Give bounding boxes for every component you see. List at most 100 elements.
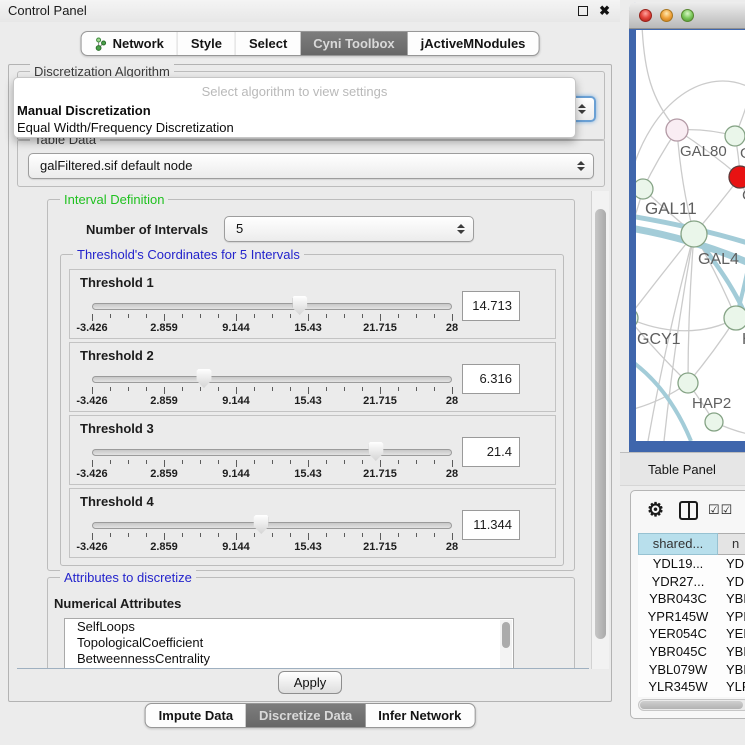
table-panel: ⚙ ☑☑ shared... n YDL19...YDL1 YDR27...YD… bbox=[630, 490, 745, 719]
table-row[interactable]: YBR045CYBR0 bbox=[638, 643, 745, 661]
threshold-label: Threshold 1 bbox=[80, 275, 154, 290]
tab-impute-data[interactable]: Impute Data bbox=[146, 704, 246, 727]
numerical-attributes-list[interactable]: SelfLoops TopologicalCoefficient Between… bbox=[64, 618, 514, 669]
node-gal80-label: GAL80 bbox=[680, 143, 727, 160]
slider-ticks bbox=[92, 387, 452, 395]
table-data-combobox[interactable]: galFiltered.sif default node bbox=[28, 153, 594, 179]
column-layout-icon[interactable] bbox=[679, 501, 698, 520]
column-header-shared-name[interactable]: shared... bbox=[638, 533, 718, 555]
minimize-window-icon[interactable] bbox=[660, 9, 673, 22]
tab-label: jActiveMNodules bbox=[421, 32, 526, 55]
node-top-right-label: GA bbox=[740, 145, 745, 162]
close-panel-icon[interactable]: ✖ bbox=[599, 0, 610, 22]
network-icon bbox=[95, 37, 108, 51]
scrollbar-thumb[interactable] bbox=[595, 209, 606, 639]
attribute-item[interactable]: SelfLoops bbox=[65, 619, 513, 635]
table-panel-header: Table Panel bbox=[620, 452, 745, 486]
network-edge[interactable] bbox=[636, 234, 694, 318]
network-window: GAL80GACGAL11GAL4GCY1HHAP2 bbox=[629, 2, 745, 452]
node-gal11[interactable] bbox=[636, 179, 653, 199]
table-header-row: shared... n bbox=[638, 533, 745, 555]
network-edge[interactable] bbox=[636, 318, 736, 331]
attributes-list-scrollbar[interactable] bbox=[500, 620, 512, 669]
threshold-4-slider-thumb[interactable] bbox=[254, 515, 269, 534]
control-panel: Control Panel ✖ Network Style Select Cyn… bbox=[0, 0, 620, 745]
network-view-canvas[interactable]: GAL80GACGAL11GAL4GCY1HHAP2 bbox=[636, 30, 745, 441]
threshold-label: Threshold 2 bbox=[80, 348, 154, 363]
popup-option-equal-width-frequency[interactable]: Equal Width/Frequency Discretization bbox=[14, 119, 575, 136]
threshold-4-slider[interactable] bbox=[92, 522, 452, 529]
attributes-group: Attributes to discretize Numerical Attri… bbox=[47, 577, 575, 669]
table-row[interactable]: YLR345WYLR3 bbox=[638, 678, 745, 696]
spinner-arrows-icon bbox=[457, 224, 464, 234]
table-row[interactable]: YER054CYER0 bbox=[638, 625, 745, 643]
number-of-intervals-combobox[interactable]: 5 bbox=[224, 216, 474, 242]
slider-ticks bbox=[92, 533, 452, 541]
group-title: Interval Definition bbox=[60, 192, 168, 207]
popup-option-manual-discretization[interactable]: Manual Discretization bbox=[14, 102, 575, 119]
threshold-1-slider[interactable] bbox=[92, 303, 452, 310]
table-row[interactable]: YBR043CYBR0 bbox=[638, 590, 745, 608]
network-edge[interactable] bbox=[688, 234, 694, 383]
apply-button[interactable]: Apply bbox=[278, 671, 342, 694]
node-gal4-label: GAL4 bbox=[698, 251, 739, 268]
tab-style[interactable]: Style bbox=[177, 32, 235, 55]
table-row[interactable]: YDR27...YDR2 bbox=[638, 573, 745, 591]
threshold-3-panel: Threshold 3 -3.426 2.859 9.144 15.43 21.… bbox=[69, 415, 556, 485]
node-hap2[interactable] bbox=[678, 373, 698, 393]
column-header-name[interactable]: n bbox=[718, 533, 745, 555]
float-window-icon[interactable] bbox=[578, 6, 588, 16]
close-window-icon[interactable] bbox=[639, 9, 652, 22]
node-selected-red[interactable] bbox=[729, 166, 745, 188]
node-bottom-partial[interactable] bbox=[705, 413, 723, 431]
network-edge-thick[interactable] bbox=[636, 360, 691, 441]
slider-tick-labels: -3.426 2.859 9.144 15.43 21.715 28 bbox=[92, 322, 452, 336]
threshold-1-slider-thumb[interactable] bbox=[292, 296, 307, 315]
tab-select[interactable]: Select bbox=[235, 32, 300, 55]
tab-label: Discretize Data bbox=[259, 704, 352, 727]
table-panel-title: Table Panel bbox=[648, 462, 716, 477]
table-horizontal-scrollbar[interactable] bbox=[638, 699, 745, 711]
threshold-2-slider[interactable] bbox=[92, 376, 452, 383]
spinner-arrows-icon bbox=[578, 104, 585, 114]
table-row[interactable]: YPR145WYPR1 bbox=[638, 608, 745, 626]
tab-label: Impute Data bbox=[159, 704, 233, 727]
threshold-4-value-field[interactable]: 11.344 bbox=[462, 510, 520, 540]
scrollbar-thumb[interactable] bbox=[640, 701, 743, 709]
node-gcy1-label: GCY1 bbox=[637, 331, 681, 348]
network-edge[interactable] bbox=[642, 30, 677, 130]
tab-cyni-toolbox[interactable]: Cyni Toolbox bbox=[300, 32, 407, 55]
threshold-3-slider-thumb[interactable] bbox=[368, 442, 383, 461]
node-gal4[interactable] bbox=[681, 221, 707, 247]
tab-jactivemnodules[interactable]: jActiveMNodules bbox=[408, 32, 539, 55]
slider-tick-labels: -3.426 2.859 9.144 15.43 21.715 28 bbox=[92, 468, 452, 482]
node-gcy1[interactable] bbox=[636, 308, 638, 328]
checkbox-icons[interactable]: ☑☑ bbox=[708, 502, 733, 518]
node-gal80[interactable] bbox=[666, 119, 688, 141]
algorithm-dropdown-popup: Select algorithm to view settings Manual… bbox=[13, 77, 576, 138]
threshold-3-slider[interactable] bbox=[92, 449, 452, 456]
group-title: Threshold's Coordinates for 5 Intervals bbox=[73, 247, 304, 262]
combobox-value: 5 bbox=[225, 217, 473, 241]
table-row[interactable]: YDL19...YDL1 bbox=[638, 555, 745, 573]
table-rows: YDL19...YDL1 YDR27...YDR2 YBR043CYBR0 YP… bbox=[638, 555, 745, 697]
tab-infer-network[interactable]: Infer Network bbox=[365, 704, 474, 727]
threshold-2-slider-thumb[interactable] bbox=[196, 369, 211, 388]
tab-discretize-data[interactable]: Discretize Data bbox=[246, 704, 365, 727]
threshold-1-value-field[interactable]: 14.713 bbox=[462, 291, 520, 321]
gear-icon[interactable]: ⚙ bbox=[647, 499, 664, 522]
attribute-item[interactable]: BetweennessCentrality bbox=[65, 651, 513, 667]
threshold-2-value-field[interactable]: 6.316 bbox=[462, 364, 520, 394]
table-row[interactable]: YBL079WYBL0 bbox=[638, 661, 745, 679]
attribute-item[interactable]: TopologicalCoefficient bbox=[65, 635, 513, 651]
node-top-right[interactable] bbox=[725, 126, 745, 146]
slider-tick-labels: -3.426 2.859 9.144 15.43 21.715 28 bbox=[92, 395, 452, 409]
tab-network[interactable]: Network bbox=[82, 32, 177, 55]
network-window-titlebar[interactable] bbox=[629, 2, 745, 29]
table-row[interactable]: YIL052CYIL0 bbox=[638, 696, 745, 697]
node-h[interactable] bbox=[724, 306, 745, 330]
threshold-3-value-field[interactable]: 21.4 bbox=[462, 437, 520, 467]
panel-scrollbar[interactable] bbox=[591, 191, 609, 669]
zoom-window-icon[interactable] bbox=[681, 9, 694, 22]
table-data-group: Table Data galFiltered.sif default node bbox=[17, 139, 605, 187]
